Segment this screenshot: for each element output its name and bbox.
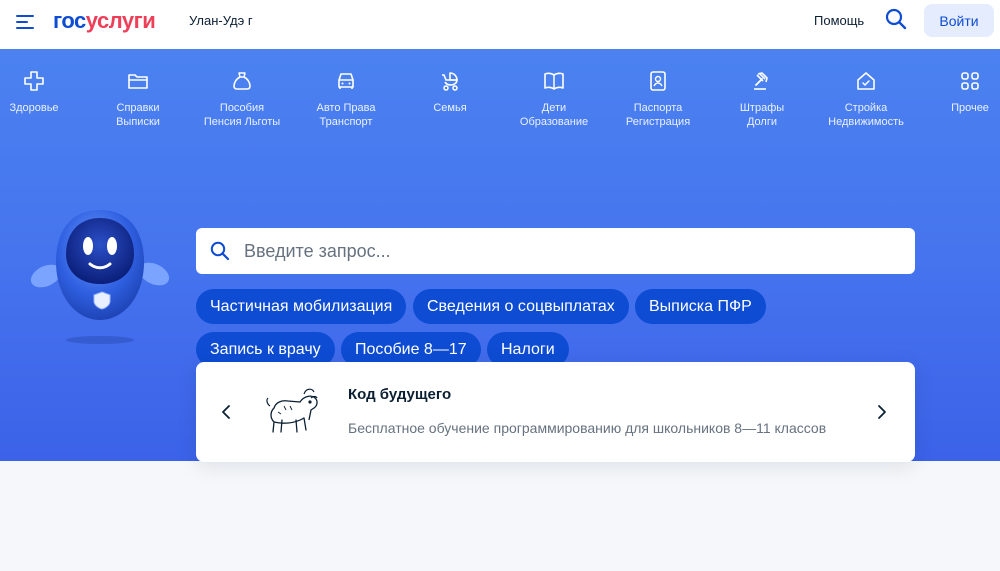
category-health[interactable]: Здоровье (0, 69, 84, 115)
category-other[interactable]: Прочее (920, 69, 1000, 115)
stroller-icon (442, 72, 458, 91)
wallet-bag-icon (233, 72, 251, 90)
gosuslugi-logo[interactable]: госуслуги (53, 8, 156, 34)
chip-pfr-statement[interactable]: Выписка ПФР (635, 289, 766, 324)
menu-icon[interactable] (16, 13, 38, 31)
car-icon (338, 73, 354, 89)
search-input[interactable] (244, 240, 864, 262)
category-nav: Здоровье Справки Выписки Пособия Пенсия Ль… (0, 69, 1000, 149)
category-passports[interactable]: Паспорта Регистрация (608, 69, 708, 129)
top-header: госуслуги Улан-Удэ г Помощь Войти (0, 0, 1000, 49)
search-icon (210, 241, 230, 261)
category-fines[interactable]: Штрафы Долги (712, 69, 812, 129)
login-button[interactable]: Войти (924, 4, 994, 37)
passport-icon (650, 71, 666, 91)
category-certificates[interactable]: Справки Выписки (88, 69, 188, 129)
chip-partial-mobilization[interactable]: Частичная мобилизация (196, 289, 407, 324)
health-cross-icon (24, 71, 44, 91)
category-benefits[interactable]: Пособия Пенсия Льготы (192, 69, 292, 129)
house-icon (857, 72, 875, 90)
robot-mascot-icon (30, 210, 170, 344)
chip-social-payments[interactable]: Сведения о соцвыплатах (413, 289, 629, 324)
folder-icon (128, 74, 148, 89)
grid-icon (961, 72, 979, 90)
chevron-left-icon[interactable] (220, 404, 232, 420)
category-children[interactable]: Дети Образование (504, 69, 604, 129)
gavel-icon (754, 72, 768, 90)
promo-card[interactable]: Код будущего Бесплатное обучение програм… (196, 362, 915, 462)
page-background (0, 461, 1000, 571)
help-link[interactable]: Помощь (814, 13, 864, 28)
category-auto[interactable]: Авто Права Транспорт (296, 69, 396, 129)
search-bar[interactable] (196, 228, 915, 274)
promo-subtitle: Бесплатное обучение программированию для… (348, 420, 827, 436)
book-icon (544, 72, 564, 90)
chevron-right-icon[interactable] (876, 404, 888, 420)
promo-title: Код будущего (348, 386, 452, 403)
city-selector[interactable]: Улан-Удэ г (189, 13, 253, 28)
robot-dog-icon (266, 388, 318, 433)
search-icon[interactable] (885, 8, 907, 30)
category-construction[interactable]: Стройка Недвижимость (816, 69, 916, 129)
category-family[interactable]: Семья (400, 69, 500, 115)
